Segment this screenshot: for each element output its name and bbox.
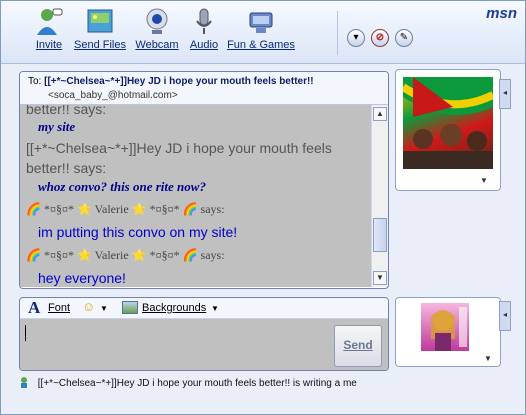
backgrounds-icon[interactable] xyxy=(122,301,138,314)
webcam-label: Webcam xyxy=(135,39,179,51)
my-display-picture[interactable] xyxy=(421,303,469,351)
chevron-down-icon[interactable]: ▼ xyxy=(100,304,108,313)
webcam-button[interactable]: Webcam xyxy=(133,7,181,59)
send-files-label: Send Files xyxy=(74,39,126,51)
toolbar-separator xyxy=(337,11,338,55)
games-icon xyxy=(249,12,273,33)
audio-label: Audio xyxy=(189,39,219,51)
conversation-panel: To: [[+*~Chelsea~*+]]Hey JD i hope your … xyxy=(19,71,389,289)
invite-button[interactable]: Invite xyxy=(29,7,69,59)
microphone-icon xyxy=(196,8,212,34)
history-line: im putting this convo on my site! xyxy=(38,224,238,240)
contact-display-picture[interactable] xyxy=(403,77,493,169)
scroll-down-icon[interactable]: ▼ xyxy=(373,271,387,285)
history-line: 🌈 *¤§¤* ⭐ Valerie ⭐ *¤§¤* 🌈 says: xyxy=(26,248,225,262)
text-caret xyxy=(25,325,26,341)
contact-display-picture-box: ▼ xyxy=(395,69,501,191)
font-icon[interactable]: A xyxy=(28,298,40,318)
fun-games-label: Fun & Games xyxy=(227,39,295,51)
backgrounds-button[interactable]: Backgrounds xyxy=(142,302,206,314)
message-input[interactable]: Send xyxy=(20,319,388,370)
chevron-down-icon[interactable]: ▼ xyxy=(480,176,488,185)
doll-avatar-graphic xyxy=(431,307,467,351)
scroll-up-icon[interactable]: ▲ xyxy=(373,107,387,121)
chevron-down-icon[interactable]: ▼ xyxy=(484,354,492,363)
typing-status: [[+*~Chelsea~*+]]Hey JD i hope your mout… xyxy=(19,376,387,394)
history-line: better!! says: xyxy=(26,105,107,117)
message-history: better!! says: my site [[+*~Chelsea~*+]]… xyxy=(20,105,371,287)
send-button[interactable]: Send xyxy=(334,325,382,367)
my-display-picture-box: ▼ xyxy=(395,297,501,367)
history-line: my site xyxy=(38,119,76,134)
to-line: To: [[+*~Chelsea~*+]]Hey JD i hope your … xyxy=(28,76,314,87)
history-line: hey everyone! xyxy=(38,270,126,286)
typing-status-text: [[+*~Chelsea~*+]]Hey JD i hope your mout… xyxy=(37,378,357,389)
history-line: [[+*~Chelsea~*+]]Hey JD i hope your mout… xyxy=(26,140,332,156)
paint-brush-icon[interactable]: ✎ xyxy=(395,29,413,47)
invite-label: Invite xyxy=(35,39,63,51)
webcam-icon xyxy=(146,8,168,34)
contact-name: [[+*~Chelsea~*+]]Hey JD i hope your mout… xyxy=(44,76,314,87)
to-bar: To: [[+*~Chelsea~*+]]Hey JD i hope your … xyxy=(20,72,388,105)
history-line: better!! says: xyxy=(26,160,107,176)
format-bar: A Font ☺ ▼ Backgrounds ▼ xyxy=(20,298,388,319)
collapse-arrow-icon[interactable]: ◂ xyxy=(499,301,511,331)
typing-pencil-icon xyxy=(19,376,31,388)
compose-panel: A Font ☺ ▼ Backgrounds ▼ Send xyxy=(19,297,389,371)
send-files-button[interactable]: Send Files xyxy=(71,7,129,59)
emoticon-icon[interactable]: ☺ xyxy=(82,299,95,314)
collapse-arrow-icon[interactable]: ◂ xyxy=(499,79,511,109)
toolbar: Invite Send Files Webcam Audio Fun & Gam… xyxy=(1,1,525,64)
chevron-down-icon[interactable]: ▾ xyxy=(347,29,365,47)
send-files-icon xyxy=(87,9,113,33)
scroll-thumb[interactable] xyxy=(373,218,387,252)
msn-logo: msn xyxy=(486,5,517,22)
history-line: 🌈 *¤§¤* ⭐ Valerie ⭐ *¤§¤* 🌈 says: xyxy=(26,202,225,216)
flag-photo-graphic xyxy=(403,77,493,169)
audio-button[interactable]: Audio xyxy=(185,7,223,59)
history-line: whoz convo? this one rite now? xyxy=(38,179,206,194)
msn-conversation-window: Invite Send Files Webcam Audio Fun & Gam… xyxy=(0,0,526,415)
block-icon[interactable]: ⊘ xyxy=(371,29,389,47)
font-button[interactable]: Font xyxy=(48,302,70,314)
invite-person-icon xyxy=(37,8,63,35)
to-label: To: xyxy=(28,76,42,87)
contact-email: <soca_baby_@hotmail.com> xyxy=(48,90,178,101)
history-scrollbar[interactable]: ▲ ▼ xyxy=(371,105,388,287)
chevron-down-icon[interactable]: ▼ xyxy=(211,304,219,313)
fun-games-button[interactable]: Fun & Games xyxy=(227,7,295,59)
